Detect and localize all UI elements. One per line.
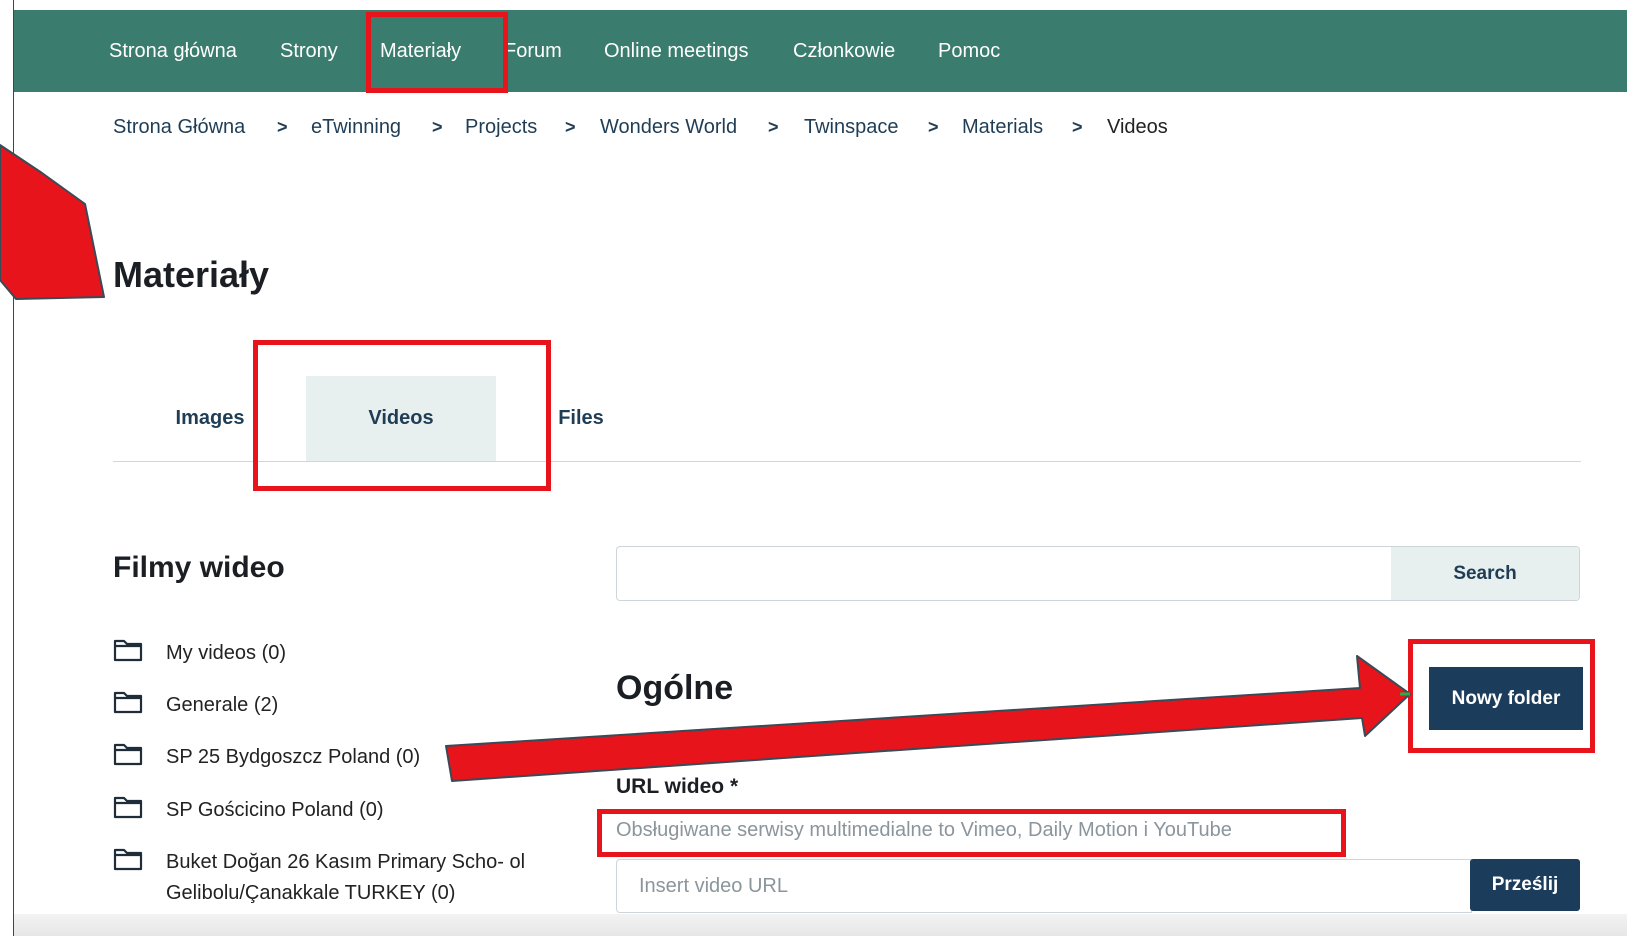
annotation-arrows xyxy=(0,144,1411,782)
red-arrow-to-new-folder xyxy=(445,655,1411,782)
red-arrow-to-title xyxy=(0,144,105,300)
